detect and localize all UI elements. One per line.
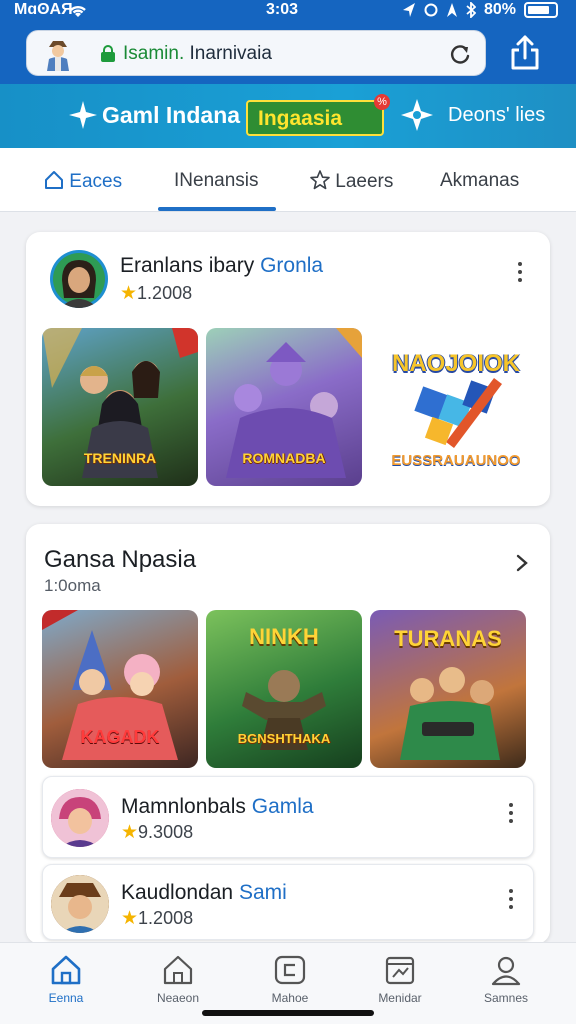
navigation-icon <box>446 3 457 17</box>
avatar <box>51 789 109 847</box>
star-icon: ★ <box>120 283 138 304</box>
share-icon[interactable] <box>508 34 542 72</box>
reload-icon[interactable] <box>449 43 471 65</box>
game-thumbnail-6[interactable]: TURANAS <box>370 610 526 768</box>
item-title: Mamnlonbals Gamla <box>121 795 314 818</box>
nav-neaeon[interactable]: Neaeon <box>130 953 226 1005</box>
profile-icon <box>491 956 521 986</box>
avatar[interactable] <box>50 250 108 308</box>
tab-eaces[interactable]: Eaces <box>44 170 122 193</box>
nav-home[interactable]: Eenna <box>18 953 114 1005</box>
nav-mahoe[interactable]: Mahoe <box>242 953 338 1005</box>
rating: ★1.2008 <box>120 283 193 304</box>
more-options-icon[interactable] <box>516 262 524 284</box>
list-item[interactable]: Kaudlondan Sami ★1.2008 <box>42 864 534 940</box>
banner-link[interactable]: Deons' lies <box>448 104 545 127</box>
promo-banner[interactable]: Gaml Indana Ingaasia % Deons' lies <box>0 84 576 148</box>
game-section-card: Gansa Npasia 1:0oma KAGADK NINKH BGNSHTH… <box>26 524 550 944</box>
thumbnail-label: NINKH <box>249 624 319 649</box>
star-icon: ★ <box>121 822 139 843</box>
thumbnail-label: NAOJOIOK <box>391 350 520 377</box>
more-options-icon[interactable] <box>507 803 515 825</box>
star-outline-icon <box>310 170 330 190</box>
browser-toolbar: Isamin. Inarnivaia <box>0 22 576 84</box>
home-indicator[interactable] <box>202 1010 374 1016</box>
star-burst-icon <box>401 99 433 131</box>
chevron-right-icon[interactable] <box>516 554 528 572</box>
active-tab-indicator <box>158 207 276 211</box>
tab-akmanas[interactable]: Akmanas <box>440 170 519 192</box>
bluetooth-icon <box>466 2 476 18</box>
game-thumbnail-3[interactable]: NAOJOIOK EUSSRAUAUNOO <box>378 328 534 486</box>
star-icon: ★ <box>121 908 139 929</box>
thumbnail-caption: BGNSHTHAKA <box>237 731 331 746</box>
section-subtitle: 1:0oma <box>44 576 101 595</box>
banner-badge: Ingaasia % <box>246 94 390 136</box>
site-avatar-icon <box>47 41 69 71</box>
banner-title: Gaml Indana <box>102 102 241 128</box>
more-options-icon[interactable] <box>507 889 515 911</box>
thumbnail-label: TURANAS <box>394 626 502 651</box>
badge-tag: % <box>374 94 390 110</box>
nav-samnes[interactable]: Samnes <box>458 953 554 1005</box>
tab-inenansis[interactable]: INenansis <box>174 170 259 192</box>
card-title: Eranlans ibary Gronla <box>120 254 324 277</box>
featured-game-card[interactable]: Eranlans ibary Gronla ★1.2008 TRENINRA R… <box>26 232 550 506</box>
lock-icon <box>101 45 115 62</box>
list-item[interactable]: Mamnlonbals Gamla ★9.3008 <box>42 776 534 858</box>
battery-percent: 80% <box>483 1 516 18</box>
section-title: Gansa Npasia <box>44 546 197 573</box>
game-thumbnail-5[interactable]: NINKH BGNSHTHAKA <box>206 610 362 768</box>
calendar-icon <box>385 956 415 985</box>
url-text: Isamin. Inarnivaia <box>123 43 272 64</box>
rating: ★1.2008 <box>121 908 194 929</box>
wifi-icon <box>70 5 86 17</box>
thumbnail-caption: EUSSRAUAUNOO <box>391 452 521 469</box>
nav-menidar[interactable]: Menidar <box>352 953 448 1005</box>
status-bar: MɑʘAЯ 3:03 80% <box>0 0 576 22</box>
message-icon <box>274 955 306 985</box>
battery-icon <box>524 2 558 18</box>
game-thumbnail-2[interactable]: ROMNADBA <box>206 328 362 486</box>
address-bar[interactable]: Isamin. Inarnivaia <box>26 30 486 76</box>
thumbnail-label: KAGADK <box>80 727 160 747</box>
carrier-label: MɑʘAЯ <box>14 1 73 18</box>
game-thumbnail-1[interactable]: TRENINRA <box>42 328 198 486</box>
house-icon <box>163 955 193 985</box>
tab-laeers[interactable]: Laeers <box>310 170 393 193</box>
tab-bar: Eaces INenansis Laeers Akmanas <box>0 148 576 212</box>
alarm-icon <box>424 3 438 17</box>
home-outline-icon <box>45 171 63 189</box>
thumbnail-label: ROMNADBA <box>242 450 326 466</box>
thumbnail-label: TRENINRA <box>83 450 157 466</box>
sparkle-icon <box>69 101 97 129</box>
avatar <box>51 875 109 933</box>
item-title: Kaudlondan Sami <box>121 881 287 904</box>
home-icon <box>51 955 81 985</box>
clock: 3:03 <box>266 1 299 18</box>
location-icon <box>402 3 415 17</box>
game-thumbnail-4[interactable]: KAGADK <box>42 610 198 768</box>
rating: ★9.3008 <box>121 822 194 843</box>
